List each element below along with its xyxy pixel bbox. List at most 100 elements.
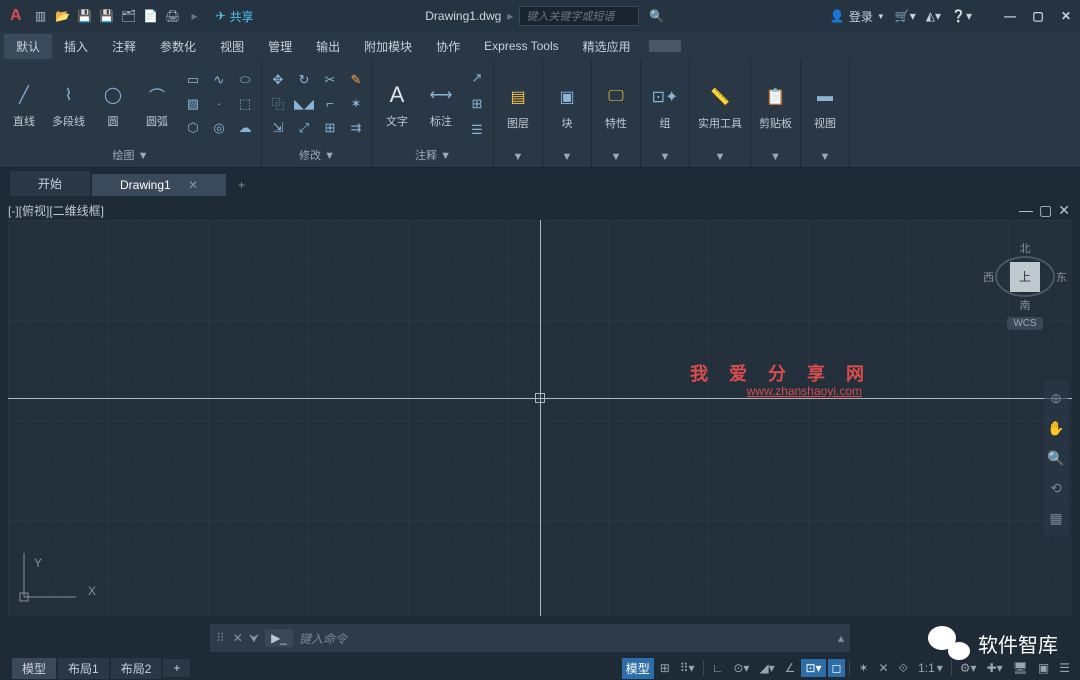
vp-min-icon[interactable]: — — [1019, 202, 1033, 219]
layout-add[interactable]: + — [163, 659, 190, 677]
showmotion-icon[interactable]: ▦ — [1046, 506, 1066, 530]
web-save-icon[interactable]: 🗂 — [120, 7, 138, 25]
tab-collaborate[interactable]: 协作 — [424, 34, 472, 59]
tab-express[interactable]: Express Tools — [472, 35, 570, 57]
tab-insert[interactable]: 插入 — [52, 34, 100, 59]
region-icon[interactable]: ⬚ — [233, 93, 257, 115]
sb-grid-icon[interactable]: ⊞ — [656, 659, 674, 677]
sb-scale[interactable]: 1:1▾ — [914, 659, 947, 677]
ucs-icon[interactable]: Y X — [16, 545, 86, 608]
tab-view[interactable]: 视图 — [208, 34, 256, 59]
chevron-right-icon[interactable]: ▸ — [507, 9, 513, 23]
hatch-icon[interactable]: ▨ — [181, 93, 205, 115]
sb-annovisible-icon[interactable]: ⟐ — [895, 659, 912, 678]
erase-icon[interactable]: ✎ — [344, 69, 368, 91]
panel-block-title[interactable]: ▼ — [547, 149, 587, 165]
zoom-icon[interactable]: 🔍 — [1046, 446, 1066, 470]
group-button[interactable]: ⊡✦组 — [645, 79, 685, 133]
layer-button[interactable]: ▤图层 — [498, 79, 538, 133]
minimize-button[interactable]: — — [1002, 8, 1018, 24]
trim-icon[interactable]: ✂ — [318, 69, 342, 91]
dim-button[interactable]: ⟷标注 — [421, 77, 461, 131]
pan-icon[interactable]: ✋ — [1046, 416, 1066, 440]
stretch-icon[interactable]: ⇲ — [266, 117, 290, 139]
cmd-grip-icon[interactable]: ⠿ — [216, 631, 227, 645]
revision-icon[interactable]: ☁ — [233, 117, 257, 139]
saveas-icon[interactable]: 💾 — [98, 7, 116, 25]
sb-ortho-icon[interactable]: ∟ — [708, 659, 728, 677]
text-button[interactable]: A文字 — [377, 77, 417, 131]
props-button[interactable]: 🖵特性 — [596, 79, 636, 133]
line-button[interactable]: ╱直线 — [4, 77, 44, 131]
cmd-input[interactable]: 键入命令 — [299, 630, 832, 647]
tab-parametric[interactable]: 参数化 — [148, 34, 208, 59]
cmd-close-icon[interactable]: ✕ — [233, 631, 243, 645]
tab-close-icon[interactable]: ✕ — [188, 178, 198, 192]
sb-model[interactable]: 模型 — [622, 658, 654, 679]
cart-icon[interactable]: 🛒▾ — [895, 9, 916, 23]
explode-icon[interactable]: ✶ — [344, 93, 368, 115]
sb-gear-icon[interactable]: ⚙▾ — [956, 659, 981, 677]
panel-props-title[interactable]: ▼ — [596, 149, 636, 165]
sb-dyn-icon[interactable]: ◻ — [828, 659, 846, 677]
array-icon[interactable]: ⊞ — [318, 117, 342, 139]
sb-custom-icon[interactable]: ☰ — [1055, 659, 1074, 677]
search-input[interactable]: 键入关键字或短语 — [519, 6, 639, 26]
move-icon[interactable]: ✥ — [266, 69, 290, 91]
canvas[interactable]: 我 爱 分 享 网 www.zhanshaoyi.com Y X 北 西 上 东… — [8, 220, 1072, 616]
clip-button[interactable]: 📋剪贴板 — [755, 79, 796, 133]
polygon-icon[interactable]: ⬡ — [181, 117, 205, 139]
mirror-icon[interactable]: ◣◢ — [292, 93, 316, 115]
offset-icon[interactable]: ⇉ — [344, 117, 368, 139]
circle-button[interactable]: ◯圆 — [93, 77, 133, 131]
tab-annotate[interactable]: 注释 — [100, 34, 148, 59]
app-logo-icon[interactable]: A — [6, 7, 26, 25]
tab-addins[interactable]: 附加模块 — [352, 34, 424, 59]
login-button[interactable]: 👤 登录 ▼ — [830, 8, 885, 25]
donut-icon[interactable]: ◎ — [207, 117, 231, 139]
panel-annotate-title[interactable]: 注释 ▼ — [377, 145, 489, 165]
tab-default[interactable]: 默认 — [4, 34, 52, 59]
rect-icon[interactable]: ▭ — [181, 69, 205, 91]
layout-1[interactable]: 布局1 — [58, 658, 109, 679]
point-icon[interactable]: · — [207, 93, 231, 115]
tab-manage[interactable]: 管理 — [256, 34, 304, 59]
sb-plus-icon[interactable]: ✚▾ — [983, 659, 1007, 677]
panel-draw-title[interactable]: 绘图 ▼ — [4, 145, 257, 165]
cmd-expand-icon[interactable]: ▴ — [838, 631, 844, 645]
panel-group-title[interactable]: ▼ — [645, 149, 685, 165]
polyline-button[interactable]: ⌇多段线 — [48, 77, 89, 131]
tab-featured[interactable]: 精选应用 — [571, 34, 643, 59]
viewport-label[interactable]: [-][俯视][二维线框] — [8, 202, 104, 219]
sb-snap-icon[interactable]: ⠿▾ — [676, 659, 699, 677]
sb-anno-icon[interactable]: ✶ — [854, 659, 872, 677]
block-button[interactable]: ▣块 — [547, 79, 587, 133]
search-icon[interactable]: 🔍 — [649, 9, 664, 23]
sb-polar-icon[interactable]: ⊙▾ — [729, 659, 753, 677]
cmd-recent-icon[interactable]: ⮟ — [249, 631, 259, 646]
rotate-icon[interactable]: ↻ — [292, 69, 316, 91]
table-icon[interactable]: ⊞ — [465, 93, 489, 115]
maximize-button[interactable]: ▢ — [1030, 8, 1046, 24]
util-button[interactable]: 📏实用工具 — [694, 79, 746, 133]
tab-drawing1[interactable]: Drawing1 ✕ — [92, 174, 226, 196]
help-icon[interactable]: ❔▾ — [951, 9, 972, 23]
command-line[interactable]: ⠿ ✕ ⮟ ▶_ 键入命令 ▴ — [210, 624, 850, 652]
arc-button[interactable]: ⌒圆弧 — [137, 77, 177, 131]
panel-clip-title[interactable]: ▼ — [755, 149, 796, 165]
scale-icon[interactable]: ⤢ — [292, 117, 316, 139]
leader-icon[interactable]: ↗ — [465, 67, 489, 89]
tab-overflow[interactable] — [649, 40, 681, 52]
autodesk-icon[interactable]: ◭▾ — [926, 9, 941, 23]
print-icon[interactable]: 🖨 — [164, 7, 182, 25]
sb-osnap-icon[interactable]: ⊡▾ — [801, 659, 825, 677]
panel-modify-title[interactable]: 修改 ▼ — [266, 145, 368, 165]
save-icon[interactable]: 💾 — [76, 7, 94, 25]
ellipse-icon[interactable]: ⬭ — [233, 69, 257, 91]
sb-otrack-icon[interactable]: ∠ — [781, 659, 800, 677]
fillet-icon[interactable]: ⌐ — [318, 93, 342, 115]
tab-start[interactable]: 开始 — [10, 171, 90, 196]
layout-2[interactable]: 布局2 — [111, 658, 162, 679]
plot-icon[interactable]: 📄 — [142, 7, 160, 25]
layout-model[interactable]: 模型 — [12, 658, 56, 679]
